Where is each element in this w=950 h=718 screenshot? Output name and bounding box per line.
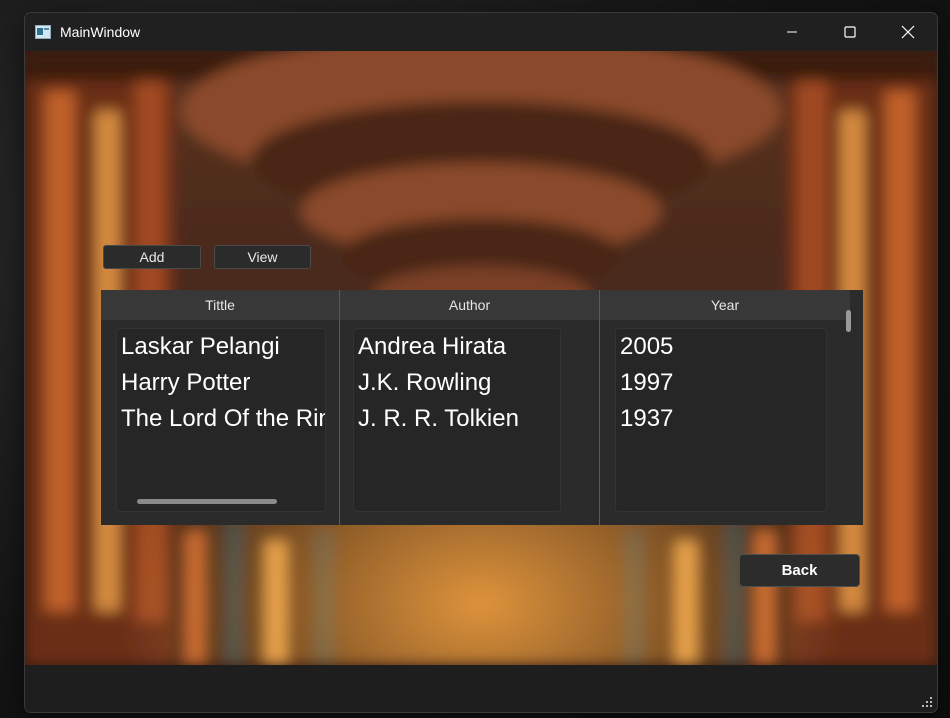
maximize-button[interactable] <box>821 13 879 51</box>
close-button[interactable] <box>879 13 937 51</box>
resize-grip-icon[interactable] <box>921 696 933 708</box>
list-item[interactable]: J. R. R. Tolkien <box>354 401 560 437</box>
year-list[interactable]: 2005 1997 1937 <box>615 328 827 512</box>
column-divider <box>339 290 340 525</box>
list-item[interactable]: 2005 <box>616 329 826 365</box>
add-button[interactable]: Add <box>103 245 201 269</box>
vertical-scrollbar[interactable] <box>846 310 851 332</box>
list-item[interactable]: Laskar Pelangi <box>117 329 325 365</box>
library-background: Add View Tittle Author Year Laskar Pelan… <box>25 51 937 665</box>
title-list[interactable]: Laskar Pelangi Harry Potter The Lord Of … <box>116 328 326 512</box>
list-item[interactable]: Andrea Hirata <box>354 329 560 365</box>
close-icon <box>901 25 915 39</box>
author-list[interactable]: Andrea Hirata J.K. Rowling J. R. R. Tolk… <box>353 328 561 512</box>
column-header-title[interactable]: Tittle <box>101 290 339 320</box>
maximize-icon <box>844 26 856 38</box>
list-item[interactable]: J.K. Rowling <box>354 365 560 401</box>
books-table: Tittle Author Year Laskar Pelangi Harry … <box>101 290 863 525</box>
window-title: MainWindow <box>60 24 141 40</box>
list-item[interactable]: 1937 <box>616 401 826 437</box>
column-header-year[interactable]: Year <box>600 290 850 320</box>
minimize-icon <box>787 31 797 33</box>
list-item[interactable]: Harry Potter <box>117 365 325 401</box>
view-button[interactable]: View <box>214 245 311 269</box>
minimize-button[interactable] <box>763 13 821 51</box>
app-icon <box>35 25 51 39</box>
back-button[interactable]: Back <box>739 554 860 587</box>
title-bar[interactable]: MainWindow <box>25 13 937 51</box>
column-divider <box>599 290 600 525</box>
list-item[interactable]: The Lord Of the Rings <box>117 401 325 437</box>
column-header-author[interactable]: Author <box>340 290 599 320</box>
main-window: MainWindow Add View Tittle Author Year L… <box>24 12 938 713</box>
list-item[interactable]: 1997 <box>616 365 826 401</box>
status-bar <box>25 665 937 712</box>
horizontal-scrollbar[interactable] <box>137 499 277 504</box>
